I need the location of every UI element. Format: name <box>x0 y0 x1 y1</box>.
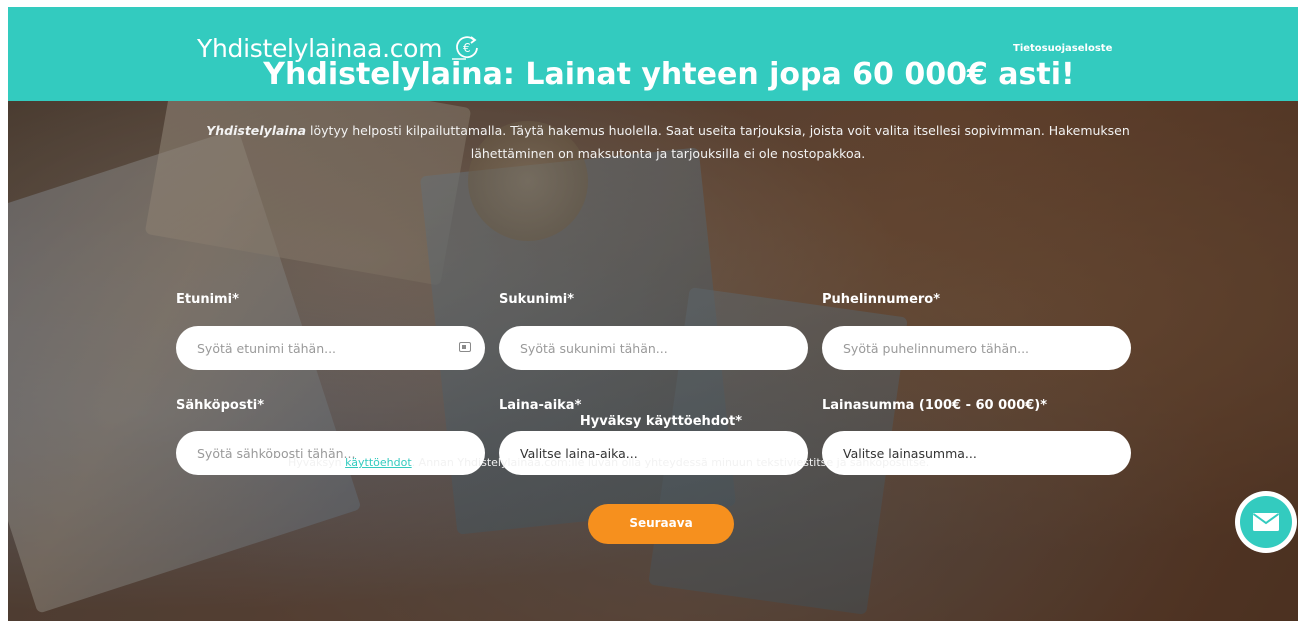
phone-input[interactable]: Syötä puhelinnumero tähän... <box>822 326 1131 370</box>
envelope-icon <box>1252 513 1280 531</box>
submit-button[interactable]: Seuraava <box>588 504 734 544</box>
first-name-placeholder: Syötä etunimi tähän... <box>197 340 337 356</box>
terms-checkbox[interactable] <box>268 458 279 469</box>
page-frame: Yhdistelylainaa.com € Tietosuojaseloste … <box>8 7 1298 621</box>
loan-term-label: Laina-aika* <box>499 398 582 413</box>
loan-amount-label: Lainasumma (100€ - 60 000€)* <box>822 398 1048 413</box>
hero-description-bold: Yhdistelylaina <box>206 123 307 138</box>
email-label: Sähköposti* <box>176 398 265 413</box>
chat-widget-button[interactable] <box>1235 491 1297 553</box>
first-name-label: Etunimi* <box>176 292 239 307</box>
hero-description-text: löytyy helposti kilpailuttamalla. Täytä … <box>306 123 1130 161</box>
first-name-input[interactable]: Syötä etunimi tähän... <box>176 326 485 370</box>
privacy-policy-link[interactable]: Tietosuojaseloste <box>1013 43 1112 54</box>
contact-card-icon <box>459 342 471 352</box>
hero-title: Yhdistelylaina: Lainat yhteen jopa 60 00… <box>263 57 1075 92</box>
terms-link[interactable]: käyttöehdot <box>345 456 412 469</box>
hero-description: Yhdistelylaina löytyy helposti kilpailut… <box>198 119 1138 165</box>
last-name-input[interactable]: Syötä sukunimi tähän... <box>499 326 808 370</box>
phone-label: Puhelinnumero* <box>822 292 941 307</box>
terms-heading: Hyväksy käyttöehdot* <box>579 414 743 429</box>
chat-widget-inner <box>1240 496 1292 548</box>
svg-text:€: € <box>463 41 470 55</box>
consent-suffix: . Annan Yhdistelylainaa.com:lle luvan ol… <box>411 456 930 469</box>
consent-prefix: Hyväksyn <box>288 456 346 469</box>
consent-text: Hyväksyn käyttöehdot. Annan Yhdistelylai… <box>288 456 929 469</box>
last-name-label: Sukunimi* <box>499 292 575 307</box>
last-name-placeholder: Syötä sukunimi tähän... <box>520 340 668 356</box>
phone-placeholder: Syötä puhelinnumero tähän... <box>843 340 1030 356</box>
